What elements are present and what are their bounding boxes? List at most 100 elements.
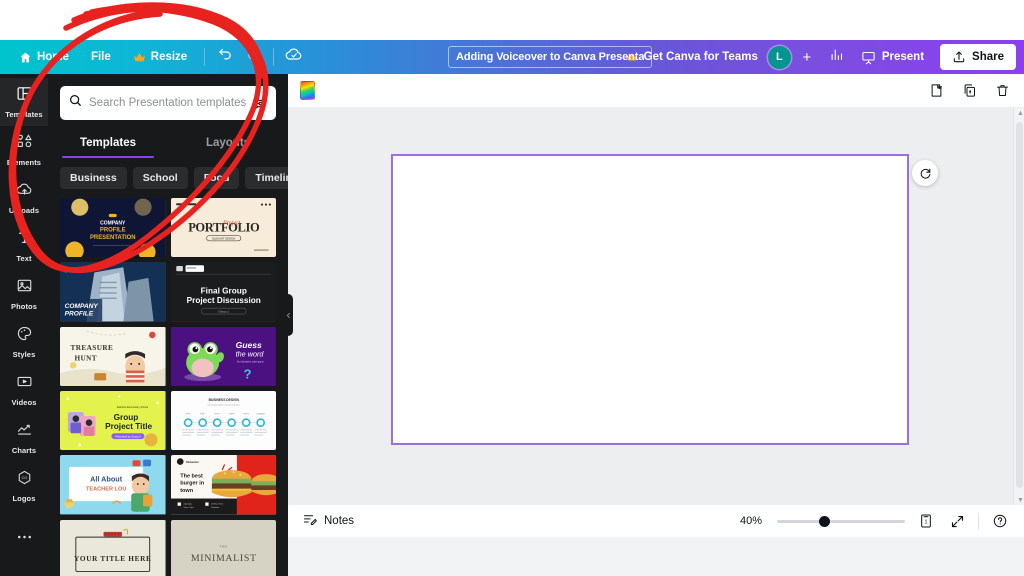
sidebar-item-uploads[interactable]: Uploads	[0, 174, 48, 222]
svg-text:Lorem ipsum dolor sit amet con: Lorem ipsum dolor sit amet consectetur	[207, 404, 239, 407]
sidebar-item-charts[interactable]: Charts	[0, 414, 48, 462]
tab-templates[interactable]: Templates	[48, 130, 168, 158]
rainbow-color-picker-icon[interactable]	[300, 81, 315, 100]
sidebar-item-label: Text	[16, 254, 31, 263]
file-menu-label: File	[91, 51, 111, 63]
svg-text:MINIMALIST: MINIMALIST	[190, 553, 256, 564]
canva-editor-window: Home File Resize	[0, 0, 1024, 576]
svg-text:YOUR TITLE HERE: YOUR TITLE HERE	[74, 555, 151, 563]
share-button[interactable]: Share	[940, 44, 1016, 70]
svg-text:An interactive class game: An interactive class game	[236, 360, 264, 363]
template-thumbnail[interactable]: COMPANY PROFILE PRESENTATION	[60, 198, 166, 257]
resize-button-label: Resize	[151, 51, 187, 63]
fullscreen-expand-icon[interactable]	[947, 511, 967, 531]
template-thumbnail[interactable]: Guess the word An interactive class game…	[171, 327, 277, 386]
svg-text:Restaurant: Restaurant	[186, 461, 199, 464]
trash-delete-icon[interactable]	[992, 81, 1012, 101]
redo-button[interactable]	[239, 44, 267, 70]
svg-text:Rainbow Elementary School: Rainbow Elementary School	[117, 406, 149, 409]
svg-text:PROFILE: PROFILE	[65, 311, 94, 318]
template-thumbnail[interactable]: All About TEACHER LOU	[60, 455, 166, 514]
svg-text:All About: All About	[90, 475, 123, 484]
panel-collapse-button[interactable]	[284, 294, 293, 336]
chip-food[interactable]: Food	[194, 167, 240, 189]
avatar[interactable]: L	[768, 46, 791, 69]
svg-text:CO: CO	[21, 476, 27, 480]
present-button[interactable]: Present	[851, 44, 934, 70]
notes-lines-icon	[302, 512, 317, 530]
sidebar-item-text[interactable]: Text	[0, 222, 48, 270]
rotate-refresh-icon[interactable]	[912, 160, 938, 186]
home-button[interactable]: Home	[8, 44, 80, 70]
sidebar-item-videos[interactable]: Videos	[0, 366, 48, 414]
search-box[interactable]	[60, 86, 276, 120]
home-button-label: Home	[37, 51, 69, 63]
sidebar-item-elements[interactable]: Elements	[0, 126, 48, 174]
undo-button[interactable]	[211, 44, 239, 70]
sidebar-item-label: Templates	[5, 110, 42, 119]
videos-play-icon	[16, 373, 33, 395]
svg-text:BUSINESS DESIGN: BUSINESS DESIGN	[208, 398, 239, 402]
svg-text:STEP 4: STEP 4	[228, 414, 234, 416]
template-thumbnail[interactable]: Final Group Project Discussion Group 1	[171, 262, 277, 321]
svg-text:town: town	[180, 488, 193, 494]
sidebar-item-logos[interactable]: CO Logos	[0, 462, 48, 510]
logos-hexagon-icon: CO	[16, 469, 33, 491]
svg-text:STEP 2: STEP 2	[199, 414, 205, 416]
notes-label: Notes	[324, 515, 354, 527]
chip-business[interactable]: Business	[60, 167, 127, 189]
resize-button[interactable]: Resize	[122, 44, 198, 70]
template-thumbnail[interactable]: Rainbow Elementary School Group Project …	[60, 391, 166, 450]
cloud-save-status-button[interactable]	[280, 44, 308, 70]
top-toolbar-right-group: Get Canva for Teams L + Present	[616, 40, 1024, 74]
svg-text:Presented by Group 3: Presented by Group 3	[115, 435, 141, 439]
filter-sliders-icon[interactable]	[248, 93, 268, 113]
chip-timeline[interactable]: Timeline	[245, 167, 288, 189]
zoom-slider[interactable]	[777, 514, 905, 528]
notes-button[interactable]: Notes	[302, 512, 354, 530]
template-thumbnail[interactable]: PORTFOLIO Project ELEGANT DESIGN	[171, 198, 277, 257]
svg-text:Open daily: Open daily	[183, 504, 191, 506]
svg-text:1: 1	[925, 520, 928, 526]
sidebar-item-more[interactable]	[0, 512, 48, 560]
scroll-down-arrow[interactable]: ▼	[1017, 497, 1024, 504]
zoom-slider-track	[777, 520, 905, 523]
tab-layouts[interactable]: Layouts	[168, 130, 288, 158]
canvas-page[interactable]	[391, 154, 909, 445]
canvas-vertical-scrollbar[interactable]: ▲ ▼	[1013, 108, 1024, 506]
page-count-icon[interactable]: 1	[916, 511, 936, 531]
bottom-bar-right-group: 40% 1	[740, 511, 1010, 531]
search-input[interactable]	[89, 97, 248, 109]
sidebar-item-photos[interactable]: Photos	[0, 270, 48, 318]
bottom-bar-divider	[978, 513, 979, 529]
templates-grid-icon	[16, 85, 33, 107]
template-thumbnail[interactable]: Restaurant The best burger in town Open …	[171, 455, 277, 514]
help-question-icon[interactable]	[990, 511, 1010, 531]
canvas-area[interactable]	[288, 108, 1024, 506]
design-title-input[interactable]	[448, 46, 652, 68]
chip-school[interactable]: School	[133, 167, 188, 189]
toolbar-divider-2	[273, 48, 274, 66]
top-toolbar-left-group: Home File Resize	[0, 40, 308, 74]
invite-members-button[interactable]: +	[795, 45, 819, 69]
template-thumbnail[interactable]: BUSINESS DESIGN Lorem ipsum dolor sit am…	[171, 391, 277, 450]
analytics-button[interactable]	[823, 44, 851, 70]
scroll-up-arrow[interactable]: ▲	[1017, 110, 1024, 117]
template-thumbnail[interactable]: YOUR TITLE HERE	[60, 520, 166, 576]
sidebar-item-templates[interactable]: Templates	[0, 78, 48, 126]
tab-label: Layouts	[206, 137, 250, 149]
template-thumbnail[interactable]: COMPANY PROFILE	[60, 262, 166, 321]
zoom-slider-knob[interactable]	[819, 516, 830, 527]
sidebar-item-label: Elements	[7, 158, 41, 167]
file-menu-button[interactable]: File	[80, 44, 122, 70]
bottom-filler	[288, 537, 1024, 576]
vertical-scrollbar-thumb[interactable]	[1016, 122, 1023, 488]
svg-text:PROFILE: PROFILE	[100, 228, 126, 234]
redo-icon	[246, 47, 261, 67]
sidebar-item-styles[interactable]: Styles	[0, 318, 48, 366]
template-thumbnail[interactable]: TREASURE HUNT	[60, 327, 166, 386]
add-page-icon[interactable]	[926, 81, 946, 101]
svg-text:ELEGANT DESIGN: ELEGANT DESIGN	[212, 237, 235, 241]
duplicate-page-icon[interactable]	[959, 81, 979, 101]
template-thumbnail[interactable]: THE MINIMALIST	[171, 520, 277, 576]
